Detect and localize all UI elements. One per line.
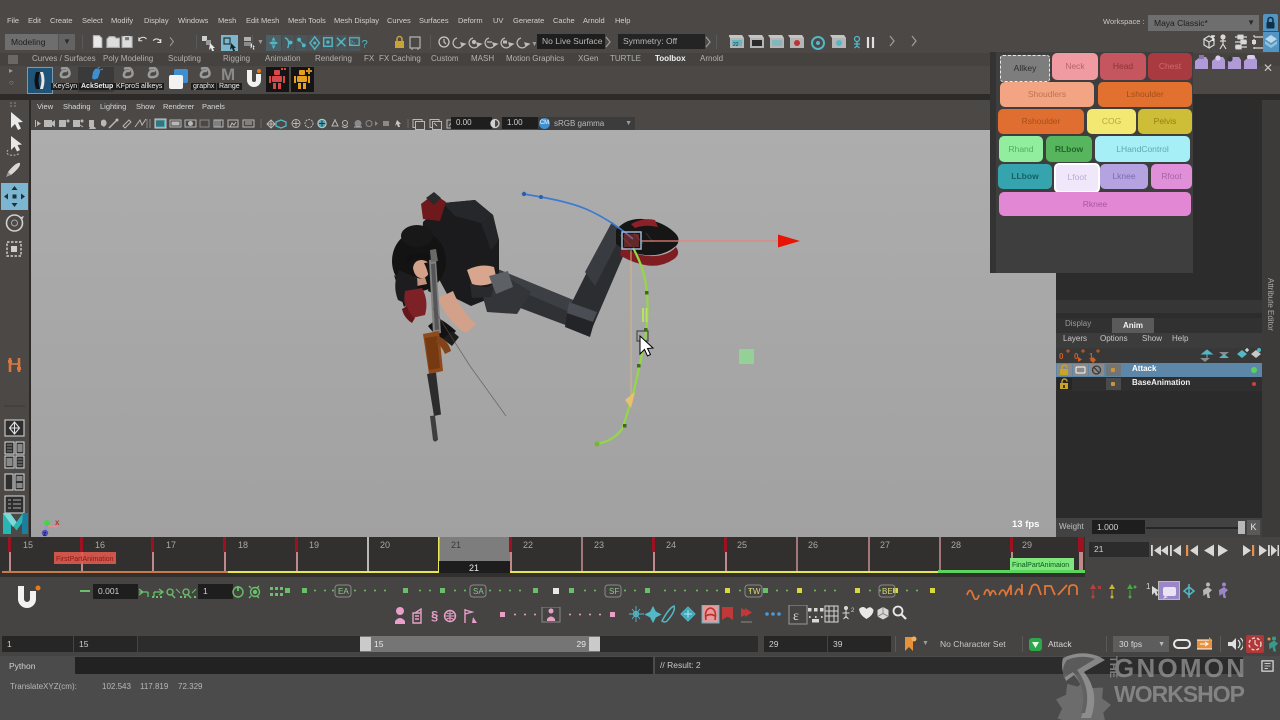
svg-text:24: 24	[666, 540, 676, 550]
svg-text:0: 0	[1059, 352, 1064, 361]
svg-text:17: 17	[166, 540, 176, 550]
svg-text:ε: ε	[793, 609, 799, 624]
svg-text:19: 19	[309, 540, 319, 550]
svg-text:GNOMON: GNOMON	[1114, 653, 1245, 683]
svg-text:16: 16	[95, 540, 105, 550]
svg-text:§: §	[431, 608, 438, 623]
svg-text:SF: SF	[609, 587, 619, 596]
svg-text:BE: BE	[882, 587, 893, 596]
svg-text:26: 26	[808, 540, 818, 550]
svg-text:?: ?	[361, 38, 367, 50]
svg-text:2: 2	[851, 608, 855, 614]
svg-text:FirstPartAnimation: FirstPartAnimation	[56, 556, 114, 563]
svg-text:22: 22	[523, 540, 533, 550]
svg-text:18: 18	[238, 540, 248, 550]
svg-text:FinalPartAnimaion: FinalPartAnimaion	[1012, 562, 1069, 569]
svg-text:25: 25	[737, 540, 747, 550]
svg-text:2›: 2›	[350, 40, 355, 46]
svg-text:22: 22	[733, 42, 739, 48]
svg-text:21: 21	[469, 563, 479, 573]
svg-text:21: 21	[451, 540, 461, 550]
svg-text:28: 28	[951, 540, 961, 550]
svg-text:15: 15	[23, 540, 33, 550]
svg-text:▼: ▼	[531, 41, 536, 48]
svg-text:23: 23	[594, 540, 604, 550]
svg-text:29: 29	[1022, 540, 1032, 550]
svg-text:WORKSHOP: WORKSHOP	[1114, 681, 1245, 707]
svg-text:TW: TW	[748, 587, 761, 596]
svg-text:x: x	[55, 518, 60, 527]
svg-text:SA: SA	[473, 587, 484, 596]
svg-text:20: 20	[380, 540, 390, 550]
svg-text:27: 27	[880, 540, 890, 550]
svg-text:EA: EA	[338, 587, 349, 596]
